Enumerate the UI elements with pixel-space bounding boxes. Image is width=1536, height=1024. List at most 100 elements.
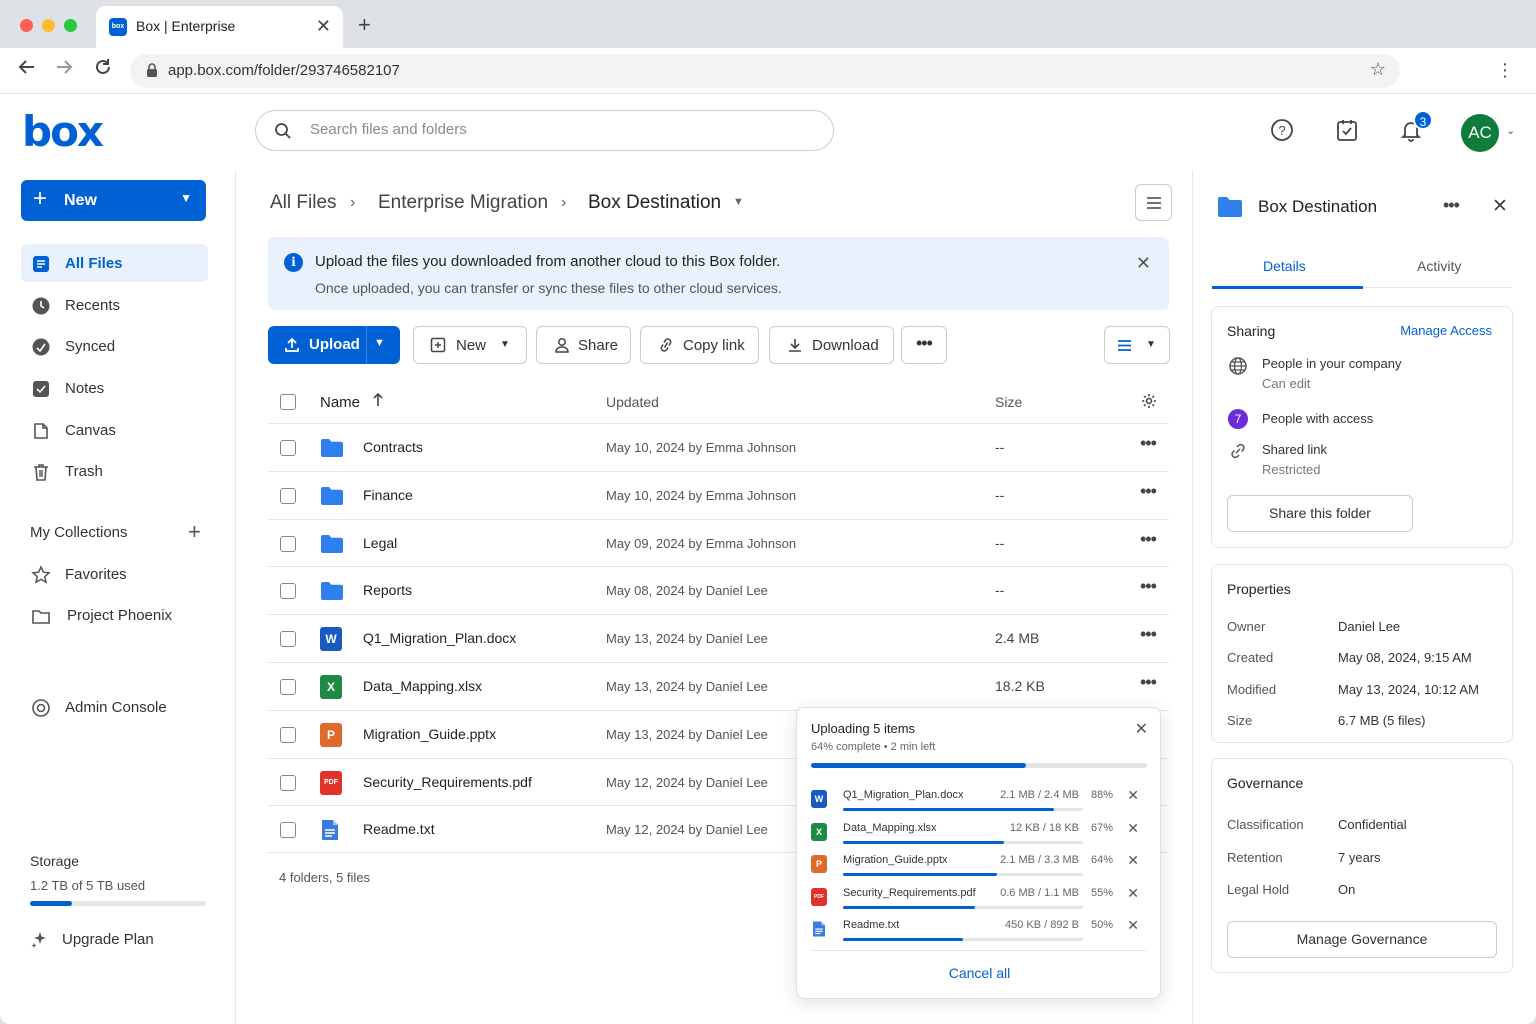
address-bar[interactable]: app.box.com/folder/293746582107 ☆ bbox=[130, 54, 1400, 88]
forward-arrow-icon[interactable] bbox=[52, 58, 76, 82]
row-more-icon[interactable]: ••• bbox=[1140, 481, 1157, 502]
file-name[interactable]: Q1_Migration_Plan.docx bbox=[363, 630, 516, 646]
cancel-upload-icon[interactable]: ✕ bbox=[1127, 820, 1139, 837]
sidebar-item-favorites[interactable]: Favorites bbox=[21, 555, 208, 593]
file-name[interactable]: Data_Mapping.xlsx bbox=[363, 678, 482, 694]
sidebar-item-synced[interactable]: Synced bbox=[21, 327, 208, 365]
manage-governance-button[interactable]: Manage Governance bbox=[1227, 921, 1497, 958]
search-input[interactable] bbox=[310, 121, 790, 138]
sidebar-item-trash[interactable]: Trash bbox=[21, 452, 208, 490]
file-name[interactable]: Contracts bbox=[363, 439, 423, 455]
bookmark-star-icon[interactable]: ☆ bbox=[1370, 59, 1386, 80]
avatar[interactable]: AC bbox=[1461, 114, 1499, 152]
row-checkbox[interactable] bbox=[280, 535, 296, 552]
file-name[interactable]: Finance bbox=[363, 487, 413, 503]
share-folder-button[interactable]: Share this folder bbox=[1227, 495, 1413, 532]
row-checkbox[interactable] bbox=[280, 679, 296, 695]
table-row[interactable]: Finance May 10, 2024 by Emma Johnson -- ••• bbox=[268, 470, 1169, 519]
sidebar-item-notes[interactable]: Notes bbox=[21, 369, 208, 407]
row-checkbox[interactable] bbox=[280, 631, 296, 648]
governance-card: Governance Classification Confidential Ret… bbox=[1211, 758, 1513, 973]
breadcrumb-enterprise-migration[interactable]: Enterprise Migration bbox=[378, 192, 548, 214]
sidebar-item-admin-console[interactable]: Admin Console bbox=[21, 688, 208, 726]
help-icon[interactable]: ? bbox=[1270, 118, 1294, 147]
new-tab-icon[interactable]: + bbox=[358, 12, 371, 38]
sidebar-item-project-phoenix[interactable]: Project Phoenix bbox=[21, 596, 208, 634]
sidebar-item-recents[interactable]: Recents bbox=[21, 286, 208, 324]
close-upload-panel-icon[interactable]: ✕ bbox=[1135, 719, 1148, 739]
row-more-icon[interactable]: ••• bbox=[1140, 672, 1157, 693]
caret-down-icon[interactable]: ▼ bbox=[733, 196, 744, 208]
box-logo[interactable]: box bbox=[22, 111, 104, 153]
view-toggle-button[interactable]: ▼ bbox=[1104, 326, 1170, 364]
cancel-upload-icon[interactable]: ✕ bbox=[1127, 852, 1139, 869]
row-checkbox[interactable] bbox=[280, 822, 296, 839]
minimize-window-button[interactable] bbox=[42, 19, 55, 32]
file-name[interactable]: Security_Requirements.pdf bbox=[363, 774, 532, 790]
excel-file-icon: X bbox=[811, 822, 827, 841]
file-name[interactable]: Reports bbox=[363, 582, 412, 598]
sidebar-item-canvas[interactable]: Canvas bbox=[21, 411, 208, 449]
tab-activity[interactable]: Activity bbox=[1417, 258, 1461, 274]
row-checkbox[interactable] bbox=[280, 487, 296, 504]
sidebar-item-all-files[interactable]: All Files bbox=[21, 244, 208, 282]
cancel-upload-icon[interactable]: ✕ bbox=[1127, 787, 1139, 804]
cancel-upload-icon[interactable]: ✕ bbox=[1127, 885, 1139, 902]
row-checkbox[interactable] bbox=[280, 726, 296, 743]
maximize-window-button[interactable] bbox=[64, 19, 77, 32]
row-checkbox[interactable] bbox=[280, 583, 296, 600]
column-settings-gear-icon[interactable] bbox=[1141, 393, 1157, 412]
row-checkbox[interactable] bbox=[280, 440, 296, 456]
column-header-updated[interactable]: Updated bbox=[606, 394, 659, 410]
upload-panel-title: Uploading 5 items bbox=[811, 721, 916, 736]
new-item-button[interactable]: New ▼ bbox=[413, 326, 527, 364]
table-row[interactable]: W Q1_Migration_Plan.docx May 13, 2024 by D… bbox=[268, 614, 1169, 662]
table-row[interactable]: Legal May 09, 2024 by Emma Johnson -- ••• bbox=[268, 518, 1169, 567]
tab-details[interactable]: Details bbox=[1263, 258, 1306, 274]
table-row[interactable]: Reports May 08, 2024 by Daniel Lee -- ••• bbox=[268, 566, 1169, 614]
manage-access-link[interactable]: Manage Access bbox=[1400, 323, 1492, 338]
table-row[interactable]: Contracts May 10, 2024 by Emma Johnson -- •… bbox=[268, 423, 1169, 471]
row-more-icon[interactable]: ••• bbox=[1140, 576, 1157, 597]
share-people-label[interactable]: People with access bbox=[1262, 411, 1373, 426]
breadcrumb-current-folder[interactable]: Box Destination bbox=[588, 192, 721, 214]
table-row[interactable]: X Data_Mapping.xlsx May 13, 2024 by Daniel… bbox=[268, 662, 1169, 710]
upload-button[interactable]: Upload ▼ bbox=[268, 326, 400, 364]
close-window-button[interactable] bbox=[20, 19, 33, 32]
search-bar[interactable] bbox=[255, 110, 834, 151]
file-name[interactable]: Readme.txt bbox=[363, 821, 435, 837]
close-banner-icon[interactable]: ✕ bbox=[1136, 253, 1151, 274]
breadcrumb-all-files[interactable]: All Files bbox=[270, 192, 337, 214]
row-checkbox[interactable] bbox=[280, 774, 296, 791]
add-collection-icon[interactable]: + bbox=[188, 519, 201, 545]
row-more-icon[interactable]: ••• bbox=[1140, 433, 1157, 454]
cancel-upload-icon[interactable]: ✕ bbox=[1127, 917, 1139, 934]
file-name[interactable]: Migration_Guide.pptx bbox=[363, 726, 496, 742]
more-actions-button[interactable]: ••• bbox=[901, 326, 947, 364]
caret-down-icon[interactable]: ▼ bbox=[374, 337, 385, 349]
details-toggle-button[interactable] bbox=[1135, 184, 1172, 221]
browser-tab[interactable]: box Box | Enterprise ✕ bbox=[96, 6, 343, 48]
row-more-icon[interactable]: ••• bbox=[1140, 624, 1157, 645]
reload-icon[interactable] bbox=[91, 58, 115, 82]
download-button[interactable]: Download bbox=[769, 326, 894, 364]
upload-file-name: Data_Mapping.xlsx bbox=[843, 821, 937, 834]
copy-link-button[interactable]: Copy link bbox=[640, 326, 759, 364]
close-tab-icon[interactable]: ✕ bbox=[316, 16, 331, 37]
share-button[interactable]: Share bbox=[536, 326, 631, 364]
browser-menu-icon[interactable]: ⋮ bbox=[1496, 60, 1514, 81]
cancel-all-button[interactable]: Cancel all bbox=[797, 965, 1162, 981]
column-header-name[interactable]: Name bbox=[320, 394, 360, 411]
select-all-checkbox[interactable] bbox=[280, 394, 296, 410]
tasks-icon[interactable] bbox=[1335, 118, 1359, 147]
new-button[interactable]: + New ▼ bbox=[21, 180, 206, 221]
sort-ascending-icon[interactable] bbox=[372, 392, 384, 411]
details-more-icon[interactable]: ••• bbox=[1443, 195, 1460, 216]
chevron-down-icon[interactable]: ⌄ bbox=[1506, 124, 1515, 137]
close-details-icon[interactable]: ✕ bbox=[1492, 195, 1508, 218]
row-more-icon[interactable]: ••• bbox=[1140, 529, 1157, 550]
back-arrow-icon[interactable] bbox=[15, 58, 39, 82]
file-name[interactable]: Legal bbox=[363, 535, 397, 551]
column-header-size[interactable]: Size bbox=[995, 394, 1022, 410]
upgrade-plan-link[interactable]: Upgrade Plan bbox=[30, 929, 154, 954]
